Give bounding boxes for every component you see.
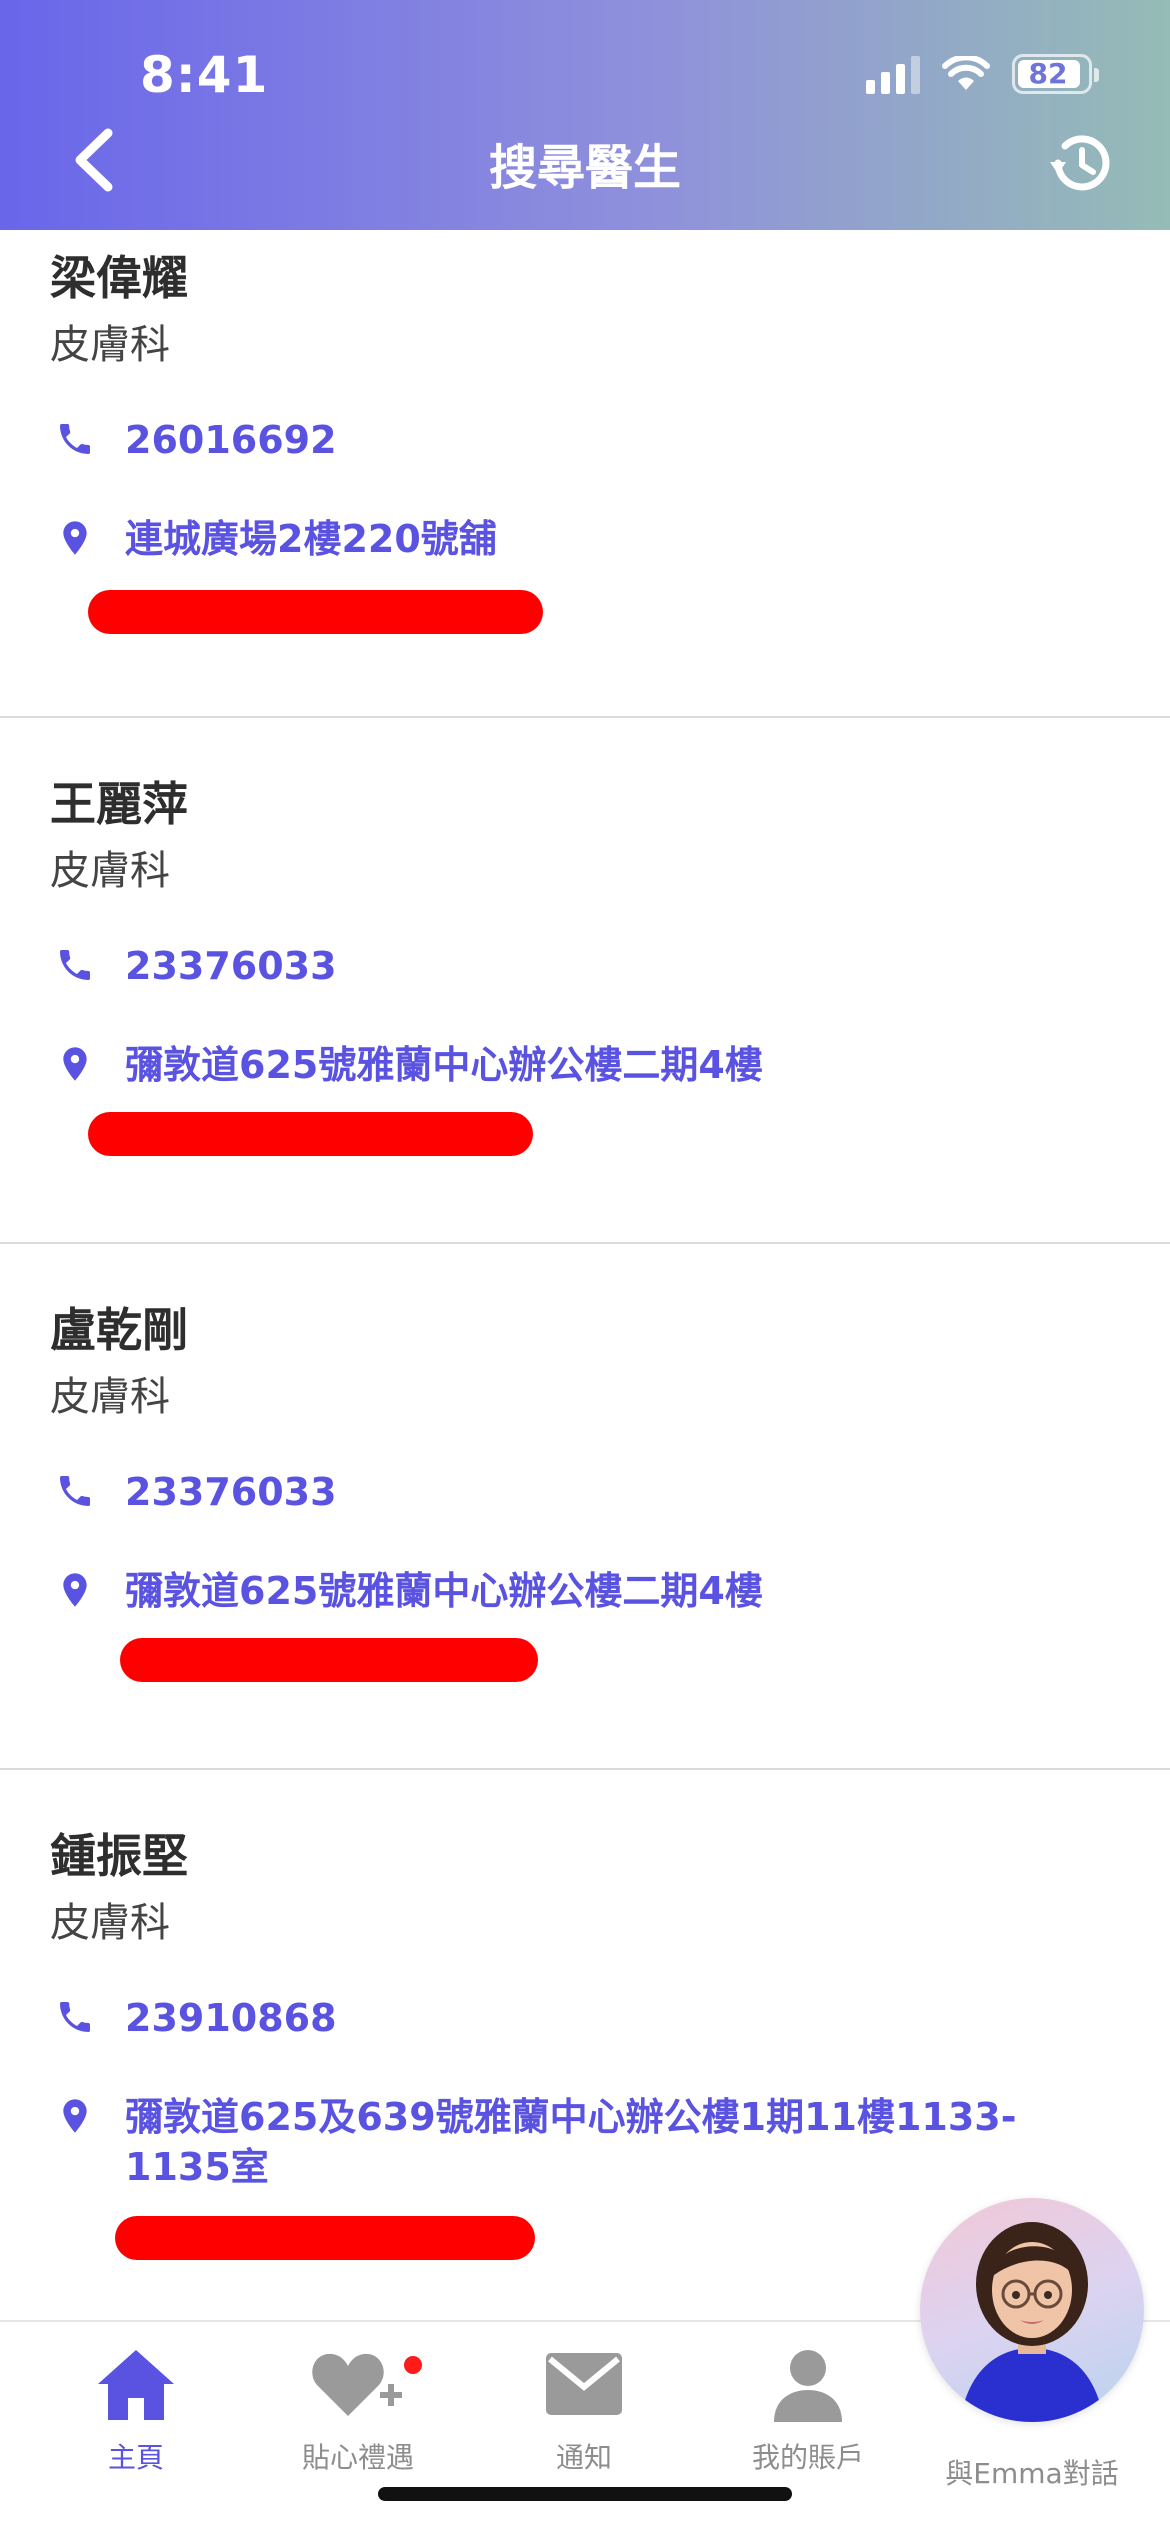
phone-row[interactable]: 23376033 bbox=[55, 941, 337, 991]
redaction-scribble bbox=[115, 2216, 535, 2260]
phone-number: 23910868 bbox=[125, 1996, 337, 2040]
status-icons: 82 bbox=[866, 54, 1099, 94]
cellular-signal-icon bbox=[866, 54, 920, 94]
doctor-name: 王麗萍 bbox=[50, 777, 188, 831]
phone-number: 23376033 bbox=[125, 944, 337, 988]
heart-plus-icon bbox=[312, 2353, 402, 2416]
doctor-specialty: 皮膚科 bbox=[50, 322, 170, 368]
notification-badge bbox=[404, 2356, 422, 2374]
home-indicator bbox=[378, 2487, 792, 2501]
emma-avatar-button[interactable] bbox=[920, 2198, 1144, 2422]
phone-row[interactable]: 23910868 bbox=[55, 1993, 337, 2043]
doctor-card[interactable]: 王麗萍 皮膚科 23376033 彌敦道625號雅蘭中心辦公樓二期4樓 bbox=[0, 718, 1170, 1244]
tab-rewards[interactable]: 貼心禮遇 bbox=[258, 2342, 458, 2476]
doctor-card[interactable]: 梁偉耀 皮膚科 26016692 連城廣場2樓220號舖 bbox=[0, 230, 1170, 718]
app-header: 8:41 82 搜尋醫生 bbox=[0, 0, 1170, 230]
tab-label: 通知 bbox=[555, 2441, 612, 2474]
phone-icon bbox=[60, 950, 90, 980]
doctor-list: 梁偉耀 皮膚科 26016692 連城廣場2樓220號舖 王麗萍 皮膚科 233… bbox=[0, 230, 1170, 2296]
redaction-scribble bbox=[88, 590, 543, 634]
address-row[interactable]: 連城廣場2樓220號舖 bbox=[55, 514, 497, 564]
tab-label: 我的賬戶 bbox=[751, 2441, 864, 2474]
status-time: 8:41 bbox=[140, 46, 269, 104]
tab-notifications[interactable]: 通知 bbox=[484, 2342, 684, 2476]
address-text: 彌敦道625號雅蘭中心辦公樓二期4樓 bbox=[125, 1569, 763, 1613]
tab-label: 主頁 bbox=[107, 2441, 164, 2474]
phone-icon bbox=[60, 2002, 90, 2032]
tab-emma-chat[interactable]: 與Emma對話 bbox=[932, 2452, 1132, 2492]
location-pin-icon bbox=[63, 2099, 87, 2133]
location-pin-icon bbox=[63, 521, 87, 555]
address-text: 彌敦道625及639號雅蘭中心辦公樓1期11樓1133-1135室 bbox=[125, 2095, 1017, 2189]
doctor-specialty: 皮膚科 bbox=[50, 1374, 170, 1420]
doctor-name: 梁偉耀 bbox=[50, 251, 188, 305]
phone-row[interactable]: 26016692 bbox=[55, 415, 337, 465]
mail-icon bbox=[546, 2353, 622, 2415]
person-icon bbox=[774, 2350, 842, 2422]
redaction-scribble bbox=[120, 1638, 538, 1682]
tab-account[interactable]: 我的賬戶 bbox=[708, 2342, 908, 2476]
address-text: 連城廣場2樓220號舖 bbox=[125, 517, 497, 561]
home-icon bbox=[98, 2350, 174, 2420]
address-row[interactable]: 彌敦道625及639號雅蘭中心辦公樓1期11樓1133-1135室 bbox=[55, 2092, 1085, 2192]
doctor-name: 盧乾剛 bbox=[50, 1303, 188, 1357]
tab-home[interactable]: 主頁 bbox=[36, 2342, 236, 2476]
tab-label: 與Emma對話 bbox=[945, 2457, 1119, 2490]
page-title: 搜尋醫生 bbox=[488, 140, 681, 196]
wifi-icon bbox=[942, 56, 990, 92]
history-icon bbox=[1050, 135, 1110, 191]
tab-label: 貼心禮遇 bbox=[301, 2441, 414, 2474]
battery-icon: 82 bbox=[1012, 54, 1099, 94]
history-button[interactable] bbox=[1044, 128, 1114, 198]
doctor-specialty: 皮膚科 bbox=[50, 848, 170, 894]
phone-number: 23376033 bbox=[125, 1470, 337, 1514]
location-pin-icon bbox=[63, 1573, 87, 1607]
phone-icon bbox=[60, 424, 90, 454]
doctor-name: 鍾振堅 bbox=[50, 1829, 188, 1883]
doctor-specialty: 皮膚科 bbox=[50, 1900, 170, 1946]
address-text: 彌敦道625號雅蘭中心辦公樓二期4樓 bbox=[125, 1043, 763, 1087]
emma-avatar bbox=[960, 2222, 1104, 2422]
doctor-card[interactable]: 盧乾剛 皮膚科 23376033 彌敦道625號雅蘭中心辦公樓二期4樓 bbox=[0, 1244, 1170, 1770]
address-row[interactable]: 彌敦道625號雅蘭中心辦公樓二期4樓 bbox=[55, 1566, 763, 1616]
phone-icon bbox=[60, 1476, 90, 1506]
redaction-scribble bbox=[88, 1112, 533, 1156]
address-row[interactable]: 彌敦道625號雅蘭中心辦公樓二期4樓 bbox=[55, 1040, 763, 1090]
battery-level: 82 bbox=[1028, 57, 1068, 90]
location-pin-icon bbox=[63, 1047, 87, 1081]
phone-number: 26016692 bbox=[125, 418, 337, 462]
phone-row[interactable]: 23376033 bbox=[55, 1467, 337, 1517]
